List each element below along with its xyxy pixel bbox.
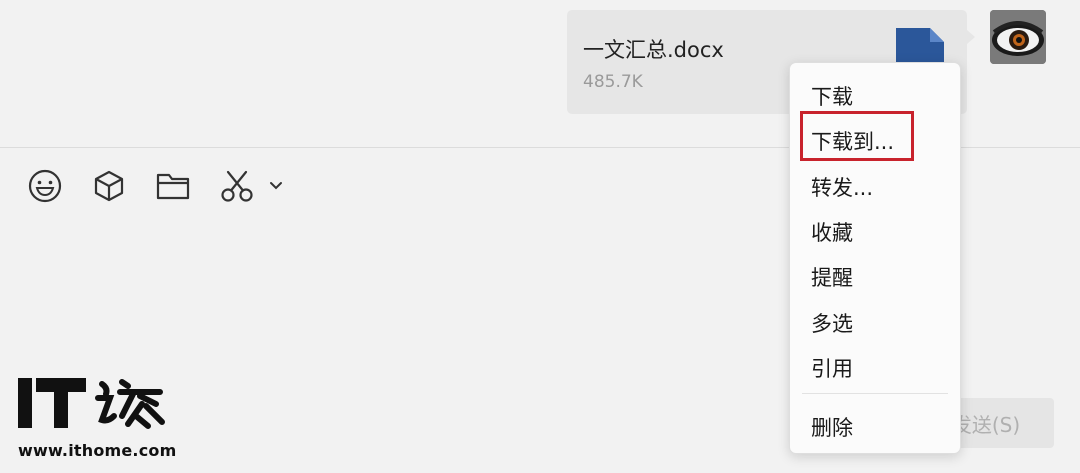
watermark-text: www.ithome.com xyxy=(18,441,177,460)
menu-item-remind[interactable]: 提醒 xyxy=(790,254,960,294)
sticker-button[interactable] xyxy=(89,166,129,206)
folder-icon xyxy=(156,173,190,200)
cube-icon xyxy=(94,170,124,202)
menu-item-label: 提醒 xyxy=(811,266,853,290)
menu-item-forward[interactable]: 转发... xyxy=(790,164,960,204)
menu-item-quote[interactable]: 引用 xyxy=(790,345,960,385)
screenshot-options-button[interactable] xyxy=(258,166,294,206)
menu-item-label: 删除 xyxy=(811,416,853,440)
menu-item-multiselect[interactable]: 多选 xyxy=(790,300,960,340)
avatar[interactable] xyxy=(990,10,1046,64)
send-file-button[interactable] xyxy=(153,166,193,206)
file-size: 485.7K xyxy=(583,72,643,92)
eye-avatar-icon xyxy=(990,10,1046,64)
highlight-box xyxy=(800,111,914,161)
menu-item-label: 多选 xyxy=(811,312,853,336)
menu-item-label: 下载 xyxy=(811,85,853,109)
input-toolbar xyxy=(0,160,400,212)
menu-item-download[interactable]: 下载 xyxy=(790,73,960,113)
menu-item-label: 转发... xyxy=(811,176,874,200)
screenshot-button[interactable] xyxy=(217,166,257,206)
chevron-down-icon xyxy=(270,182,282,190)
emoji-button[interactable] xyxy=(25,166,65,206)
menu-item-label: 收藏 xyxy=(811,221,853,245)
scissors-icon xyxy=(221,170,253,202)
ithome-logo-icon xyxy=(18,378,165,429)
bubble-tail xyxy=(967,30,975,44)
menu-item-label: 引用 xyxy=(811,357,853,381)
file-name: 一文汇总.docx xyxy=(583,38,724,62)
emoji-icon xyxy=(28,169,62,203)
menu-item-favorite[interactable]: 收藏 xyxy=(790,209,960,249)
menu-separator xyxy=(802,393,948,394)
menu-item-delete[interactable]: 删除 xyxy=(790,404,960,444)
context-menu: 下载 下载到... 转发... 收藏 提醒 多选 引用 删除 xyxy=(789,62,961,454)
